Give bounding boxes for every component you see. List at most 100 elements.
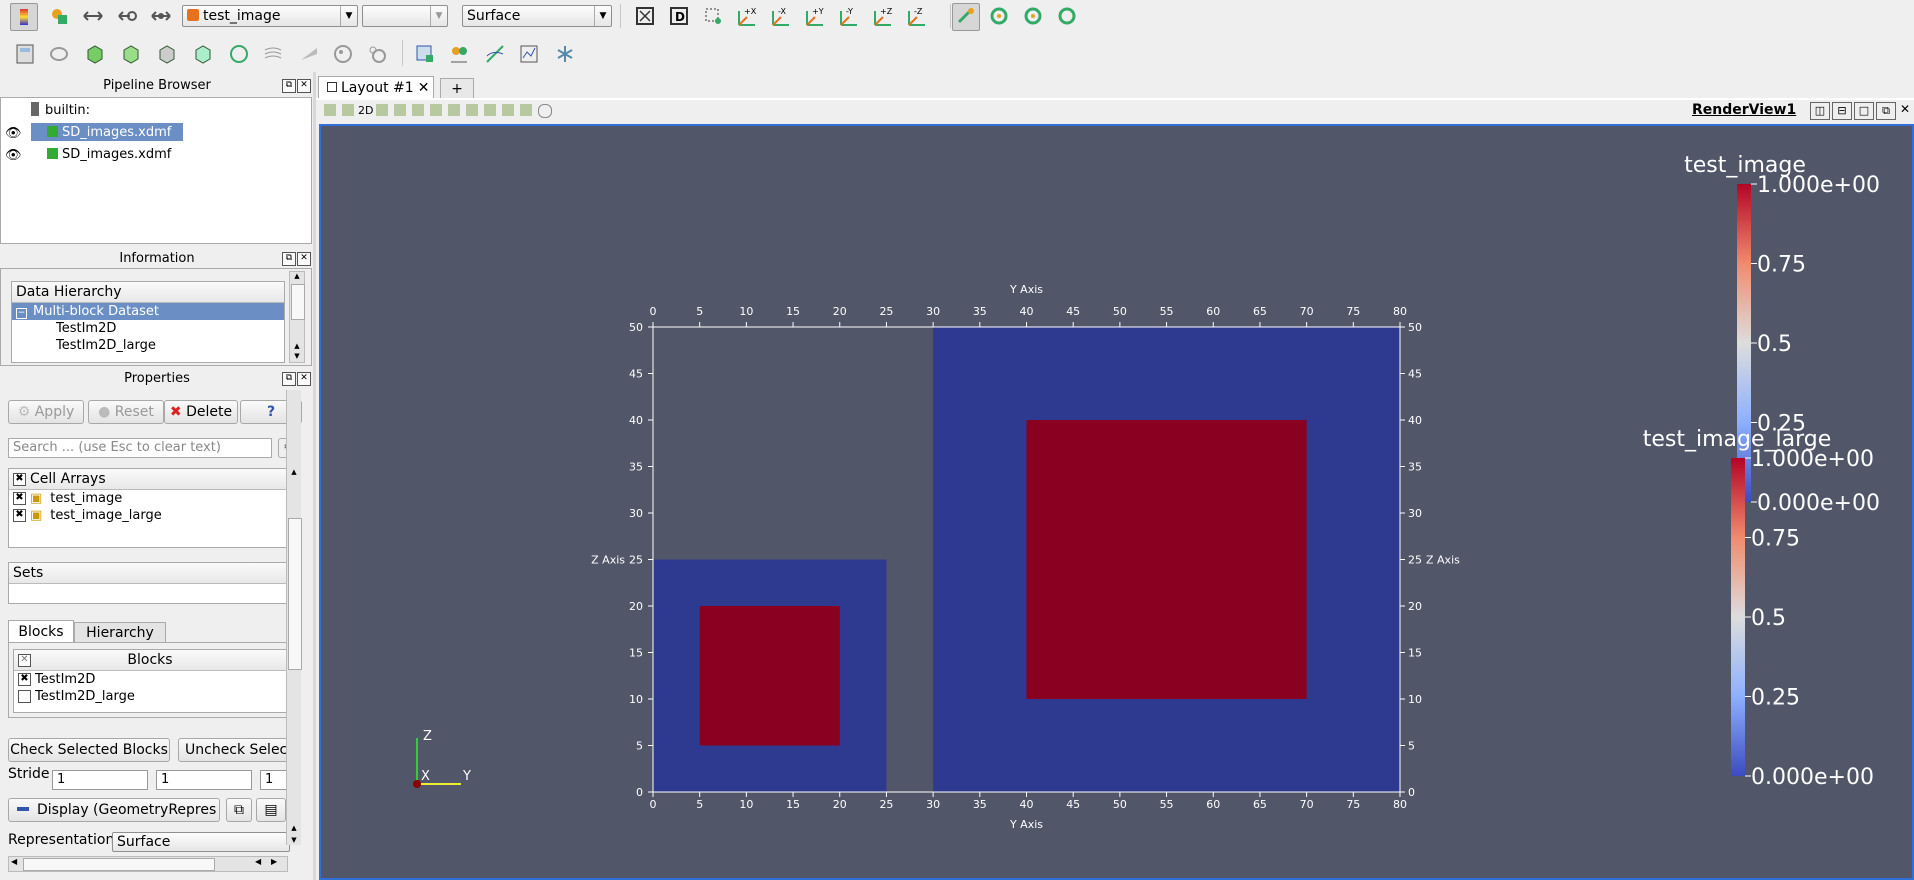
grow-selection-icon[interactable]	[520, 104, 532, 116]
stride-y-input[interactable]: 1	[156, 770, 252, 790]
representation-combo[interactable]: Surface ▼	[462, 5, 612, 27]
checkbox[interactable]: ✖	[13, 492, 26, 505]
zoom-to-data-icon[interactable]: D	[666, 3, 692, 29]
render-canvas[interactable]: 0055101015152020252530303535404045455050…	[321, 126, 1912, 878]
float-panel-icon[interactable]: ⧉	[282, 79, 296, 93]
checkbox-checked[interactable]: ✖	[18, 673, 31, 686]
cell-array-item[interactable]: ✖ ▣ test_image	[9, 490, 289, 507]
camera-view-plusminus-x-icon[interactable]: +X	[732, 3, 758, 29]
builtin-server-item[interactable]: builtin:	[31, 102, 90, 118]
camera-undo-icon[interactable]	[376, 104, 388, 116]
multiblock-node[interactable]: − Multi-block Dataset	[12, 303, 284, 320]
checkbox-unchecked[interactable]	[18, 690, 31, 703]
camera-view-plusminus-y-icon[interactable]: +Y	[800, 3, 826, 29]
restore-icon[interactable]: ⧉	[1876, 102, 1896, 120]
contour-icon[interactable]	[46, 41, 72, 67]
reset-button[interactable]: ● Reset	[88, 400, 164, 424]
eye-visible-icon[interactable]: 👁	[5, 126, 22, 141]
eye-visible-icon[interactable]: 👁	[5, 148, 22, 163]
select-points-icon[interactable]	[430, 104, 442, 116]
cell-array-item[interactable]: ✖ ▣ test_image_large	[9, 507, 289, 524]
view-2d-toggle[interactable]: 2D	[358, 104, 373, 117]
scroll-down-icon[interactable]: ▼	[290, 352, 304, 362]
glyph-icon[interactable]	[226, 41, 252, 67]
camera-redo-icon[interactable]	[394, 104, 406, 116]
scroll-left-icon[interactable]: ◀	[255, 857, 261, 866]
select-block-icon[interactable]	[484, 104, 496, 116]
checkbox[interactable]: ✖	[13, 509, 26, 522]
threshold-icon[interactable]	[154, 41, 180, 67]
scroll-right-icon[interactable]: ▶	[271, 857, 277, 866]
block-item[interactable]: TestIm2D_large	[14, 688, 286, 705]
split-horizontal-icon[interactable]: ◫	[1810, 102, 1830, 120]
maximize-icon[interactable]: □	[1854, 102, 1874, 120]
clear-selection-icon[interactable]	[538, 104, 552, 118]
render-view-title[interactable]: RenderView1	[1692, 102, 1796, 118]
camera-view-plusminus-z-icon[interactable]: +Z	[868, 3, 894, 29]
header-checkbox[interactable]: ✖	[13, 472, 26, 486]
float-panel-icon[interactable]: ⧉	[282, 372, 296, 386]
add-layout-tab-button[interactable]: +	[440, 78, 474, 100]
info-scrollbar[interactable]: ▲ ▲ ▼	[289, 271, 305, 363]
camera-view-minus-z-icon[interactable]: -Z	[902, 3, 928, 29]
rescale-range-icon[interactable]	[46, 3, 72, 29]
check-selected-blocks-button[interactable]: Check Selected Blocks	[8, 738, 170, 762]
slice-icon[interactable]	[118, 41, 144, 67]
tab-layout-1[interactable]: Layout #1 ✕	[318, 76, 434, 99]
pipeline-item-selected[interactable]: SD_images.xdmf	[31, 123, 183, 141]
source-combo[interactable]: test_image ▼	[182, 5, 358, 27]
scroll-down-icon[interactable]: ▼	[287, 836, 301, 846]
close-view-icon[interactable]: ✕	[1898, 102, 1912, 118]
scroll-left-icon[interactable]: ◀	[11, 857, 17, 866]
panel-splitter[interactable]	[313, 72, 316, 880]
scroll-up-icon[interactable]: ▲	[290, 272, 304, 282]
rescale-visible-icon[interactable]	[148, 3, 174, 29]
extract-level-icon[interactable]	[364, 41, 390, 67]
scroll-up-icon[interactable]: ▲	[290, 342, 304, 352]
close-icon[interactable]: ✕	[418, 80, 430, 96]
paste-icon[interactable]: ▤	[256, 798, 286, 822]
scroll-up-icon[interactable]: ▲	[287, 824, 301, 834]
properties-scrollbar[interactable]: ▲ ▲ ▼	[286, 390, 302, 846]
close-panel-icon[interactable]: ✕	[297, 79, 311, 93]
scroll-up-icon[interactable]: ▲	[287, 468, 301, 478]
stream-tracer-icon[interactable]	[260, 41, 286, 67]
uncheck-selected-blocks-button[interactable]: Uncheck Select	[178, 738, 290, 762]
plot-data-icon[interactable]	[446, 41, 472, 67]
snowflake-icon[interactable]	[552, 41, 578, 67]
cell-arrays-header[interactable]: ✖ Cell Arrays	[9, 469, 289, 490]
zoom-to-box-icon[interactable]	[700, 3, 726, 29]
stride-x-input[interactable]: 1	[52, 770, 148, 790]
color-map-editor-icon[interactable]	[10, 3, 38, 31]
group-datasets-icon[interactable]	[330, 41, 356, 67]
scroll-thumb[interactable]	[23, 858, 215, 871]
rescale-over-time-icon[interactable]	[114, 3, 140, 29]
block-item[interactable]: ✖ TestIm2D	[14, 671, 286, 688]
plot-over-line-icon[interactable]	[482, 41, 508, 67]
scroll-thumb[interactable]	[291, 284, 305, 320]
reset-camera-icon[interactable]	[632, 3, 658, 29]
hierarchy-child[interactable]: TestIm2D	[12, 320, 284, 337]
camera-view-minus-x-icon[interactable]: -X	[766, 3, 792, 29]
tab-blocks[interactable]: Blocks	[8, 620, 74, 643]
warp-by-vector-icon[interactable]	[296, 41, 322, 67]
rotate-90-ccw-icon[interactable]	[1020, 3, 1046, 29]
scroll-thumb[interactable]	[288, 518, 302, 670]
representation-select[interactable]: Surface	[112, 832, 290, 852]
interaction-mode-icon[interactable]	[952, 3, 980, 31]
interactive-select-icon[interactable]	[502, 104, 514, 116]
render-view[interactable]: 0 0 5 5 10 10 15 15 20 20 25 25 30 30 35 35 40 40 45 45 50 50…	[319, 124, 1914, 880]
blocks-header[interactable]: ✕ Blocks	[14, 650, 286, 671]
find-data-icon[interactable]	[412, 41, 438, 67]
apply-button[interactable]: ⚙ Apply	[8, 400, 84, 424]
reset-session-icon[interactable]	[324, 104, 336, 116]
tab-hierarchy[interactable]: Hierarchy	[74, 622, 166, 644]
close-panel-icon[interactable]: ✕	[297, 252, 311, 266]
select-points-frustum-icon[interactable]	[466, 104, 478, 116]
calculator-icon[interactable]	[12, 41, 38, 67]
search-input[interactable]: Search ... (use Esc to clear text)	[8, 438, 272, 458]
array-combo[interactable]: ▼	[362, 5, 448, 27]
copy-icon[interactable]: ⧉	[226, 798, 252, 822]
delete-button[interactable]: ✖ Delete	[164, 400, 238, 424]
collapse-icon[interactable]: −	[16, 308, 27, 319]
